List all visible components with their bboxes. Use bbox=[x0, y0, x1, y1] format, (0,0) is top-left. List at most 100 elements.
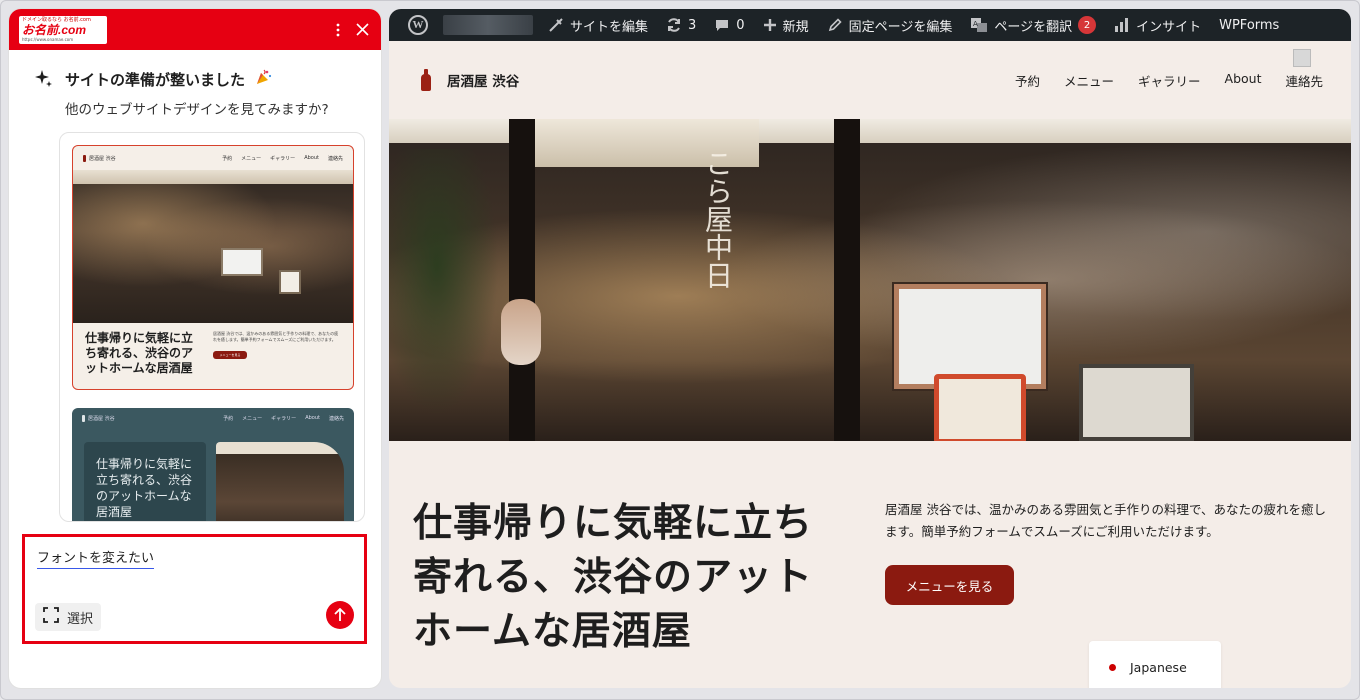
send-button[interactable] bbox=[326, 601, 354, 629]
plus-icon bbox=[763, 19, 776, 31]
hero-heading: 仕事帰りに気軽に立ち寄れる、渋谷のアットホームな居酒屋 bbox=[413, 501, 814, 654]
card1-nav-item: 連絡先 bbox=[327, 155, 343, 162]
nav-gallery[interactable]: ギャラリー bbox=[1138, 71, 1201, 90]
language-label: Japanese bbox=[1130, 660, 1187, 675]
wood-post bbox=[834, 119, 860, 441]
card1-nav-item: About bbox=[304, 154, 319, 161]
message-subtitle: 他のウェブサイトデザインを見てみますか? bbox=[65, 102, 329, 118]
sparkle-icon bbox=[33, 68, 55, 90]
card1-menu-sign bbox=[279, 270, 301, 294]
card1-menu-button: メニューを見る bbox=[213, 351, 247, 359]
card2-heading: 仕事帰りに気軽に立ち寄れる、渋谷のアットホームな居酒屋 bbox=[84, 442, 206, 521]
card2-nav-item: ギャラリー bbox=[271, 415, 297, 422]
translate-badge: 2 bbox=[1078, 16, 1097, 34]
updates-count: 3 bbox=[688, 17, 697, 33]
nav-menu[interactable]: メニュー bbox=[1064, 71, 1114, 90]
nav-about[interactable]: About bbox=[1225, 71, 1262, 90]
nav-contact[interactable]: 連絡先 bbox=[1285, 71, 1323, 90]
translate-label: ページを翻訳 bbox=[994, 19, 1073, 35]
site-header: 居酒屋 渋谷 予約 メニュー ギャラリー About 連絡先 bbox=[389, 41, 1351, 119]
design-option-card-1[interactable]: 居酒屋 渋谷 予約 メニュー ギャラリー About 連絡先 仕事帰りに気軽に立… bbox=[72, 145, 354, 390]
pencil-icon bbox=[828, 18, 842, 32]
card2-nav-item: About bbox=[305, 414, 320, 421]
edit-site-link[interactable]: サイトを編集 bbox=[539, 9, 657, 41]
wp-admin-bar: W サイトを編集 3 0 新規 固定ページを編集 A ページを翻訳 2 インサイ… bbox=[389, 9, 1351, 41]
straw-sandal bbox=[501, 299, 541, 365]
ai-assistant-panel: ドメイン取るなら お名前.com お名前.com https://www.ona… bbox=[9, 9, 381, 688]
insights-link[interactable]: インサイト bbox=[1105, 9, 1210, 41]
site-title[interactable]: 居酒屋 渋谷 bbox=[447, 70, 519, 90]
edit-page-label: 固定ページを編集 bbox=[848, 19, 953, 35]
card1-nav-item: ギャラリー bbox=[270, 155, 296, 162]
updates-link[interactable]: 3 bbox=[657, 9, 705, 41]
plant bbox=[389, 149, 509, 441]
menu-board bbox=[1079, 364, 1194, 441]
site-name-blurred[interactable] bbox=[443, 15, 533, 35]
wp-logo-menu[interactable]: W bbox=[399, 9, 437, 41]
card1-site-title: 居酒屋 渋谷 bbox=[89, 155, 116, 162]
design-option-card-2[interactable]: 居酒屋 渋谷 予約 メニュー ギャラリー About 連絡先 仕事帰りに気軽に立… bbox=[72, 408, 354, 521]
wordpress-icon: W bbox=[408, 15, 428, 35]
bar-chart-icon bbox=[1115, 18, 1129, 32]
translate-page-link[interactable]: A ページを翻訳 2 bbox=[961, 9, 1105, 41]
select-frame-icon bbox=[43, 607, 59, 627]
card2-hero-image bbox=[216, 442, 344, 521]
site-branding[interactable]: 居酒屋 渋谷 bbox=[421, 69, 1015, 91]
assistant-message: サイトの準備が整いました 他のウェブサイトデザインを見てみますか? bbox=[9, 50, 381, 118]
brush-icon bbox=[549, 18, 563, 32]
edit-page-link[interactable]: 固定ページを編集 bbox=[818, 9, 962, 41]
design-gallery: 居酒屋 渋谷 予約 メニュー ギャラリー About 連絡先 仕事帰りに気軽に立… bbox=[59, 132, 365, 522]
edit-site-label: サイトを編集 bbox=[570, 19, 649, 35]
panel-header: ドメイン取るなら お名前.com お名前.com https://www.ona… bbox=[9, 9, 381, 50]
sake-bottle-icon bbox=[83, 154, 86, 162]
insights-label: インサイト bbox=[1136, 19, 1202, 35]
wood-post bbox=[509, 119, 535, 441]
svg-text:A: A bbox=[973, 20, 978, 28]
close-icon[interactable] bbox=[356, 23, 369, 36]
sake-bottle-icon bbox=[421, 69, 431, 91]
more-options-icon[interactable] bbox=[336, 23, 340, 37]
card2-nav-item: 連絡先 bbox=[328, 415, 344, 422]
site-preview: W サイトを編集 3 0 新規 固定ページを編集 A ページを翻訳 2 インサイ… bbox=[389, 9, 1351, 688]
logo-brand: お名前.com bbox=[22, 23, 87, 37]
card1-description: 居酒屋 渋谷では、温かみのある雰囲気と手作りの料理で、あなたの疲れを癒します。簡… bbox=[213, 331, 339, 342]
select-label: 選択 bbox=[67, 611, 94, 627]
site-navigation: 予約 メニュー ギャラリー About 連絡先 bbox=[1015, 71, 1323, 90]
new-content-link[interactable]: 新規 bbox=[754, 9, 818, 41]
panel-header-actions bbox=[336, 9, 369, 50]
new-label: 新規 bbox=[782, 19, 809, 35]
card2-site-title: 居酒屋 渋谷 bbox=[88, 415, 115, 422]
select-element-button[interactable]: 選択 bbox=[35, 603, 102, 631]
chat-input[interactable]: フォントを変えたい bbox=[37, 547, 155, 569]
card1-menu-board bbox=[221, 248, 263, 276]
card1-heading: 仕事帰りに気軽に立ち寄れる、渋谷のアットホームな居酒屋 bbox=[85, 331, 194, 375]
hero-description: 居酒屋 渋谷では、温かみのある雰囲気と手作りの料理で、あなたの疲れを癒します。簡… bbox=[885, 502, 1326, 539]
view-menu-button[interactable]: メニューを見る bbox=[885, 565, 1014, 605]
hero-image: こら屋中日 bbox=[389, 119, 1351, 441]
wpforms-label: WPForms bbox=[1219, 17, 1280, 33]
card2-nav-item: 予約 bbox=[223, 415, 234, 422]
avatar[interactable] bbox=[1293, 49, 1311, 67]
arrow-up-icon bbox=[334, 608, 346, 621]
menu-sign bbox=[934, 374, 1026, 441]
sake-bottle-icon bbox=[82, 414, 85, 422]
card1-nav-item: メニュー bbox=[241, 155, 262, 162]
wpforms-link[interactable]: WPForms bbox=[1210, 9, 1288, 41]
chat-input-box[interactable]: フォントを変えたい 選択 bbox=[22, 534, 367, 644]
japan-flag-icon bbox=[1109, 664, 1116, 671]
logo-url: https://www.onamae.com bbox=[22, 37, 74, 42]
card1-nav-item: 予約 bbox=[222, 155, 233, 162]
refresh-icon bbox=[668, 18, 681, 32]
nav-reserve[interactable]: 予約 bbox=[1015, 71, 1040, 90]
card2-nav-item: メニュー bbox=[242, 415, 263, 422]
card1-hero-image bbox=[73, 170, 353, 323]
comments-link[interactable]: 0 bbox=[705, 9, 753, 41]
onamae-logo: ドメイン取るなら お名前.com お名前.com https://www.ona… bbox=[19, 15, 107, 44]
shop-sign-text: こら屋中日 bbox=[701, 149, 734, 289]
message-title: サイトの準備が整いました bbox=[65, 70, 246, 89]
translate-icon: A bbox=[971, 18, 988, 32]
language-switcher[interactable]: Japanese bbox=[1089, 641, 1221, 688]
card1-nav: 居酒屋 渋谷 予約 メニュー ギャラリー About 連絡先 bbox=[73, 146, 353, 170]
comment-icon bbox=[716, 20, 729, 31]
party-popper-icon bbox=[255, 68, 273, 90]
